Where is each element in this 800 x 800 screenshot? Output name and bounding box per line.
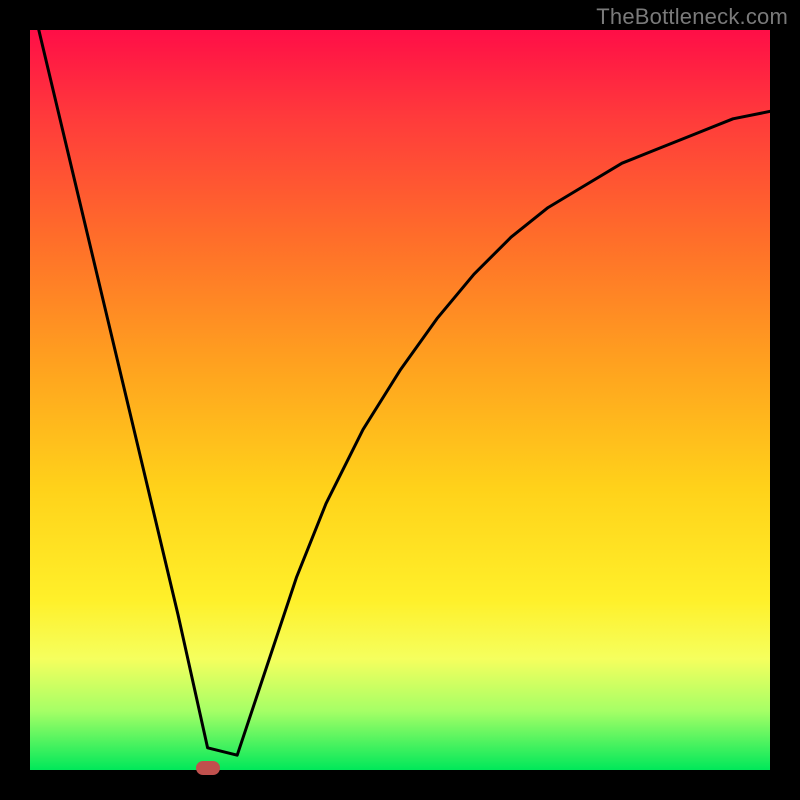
attribution-text: TheBottleneck.com — [596, 4, 788, 30]
optimum-marker — [196, 761, 220, 775]
plot-area — [30, 30, 770, 770]
chart-frame: TheBottleneck.com — [0, 0, 800, 800]
bottleneck-curve — [30, 30, 770, 770]
